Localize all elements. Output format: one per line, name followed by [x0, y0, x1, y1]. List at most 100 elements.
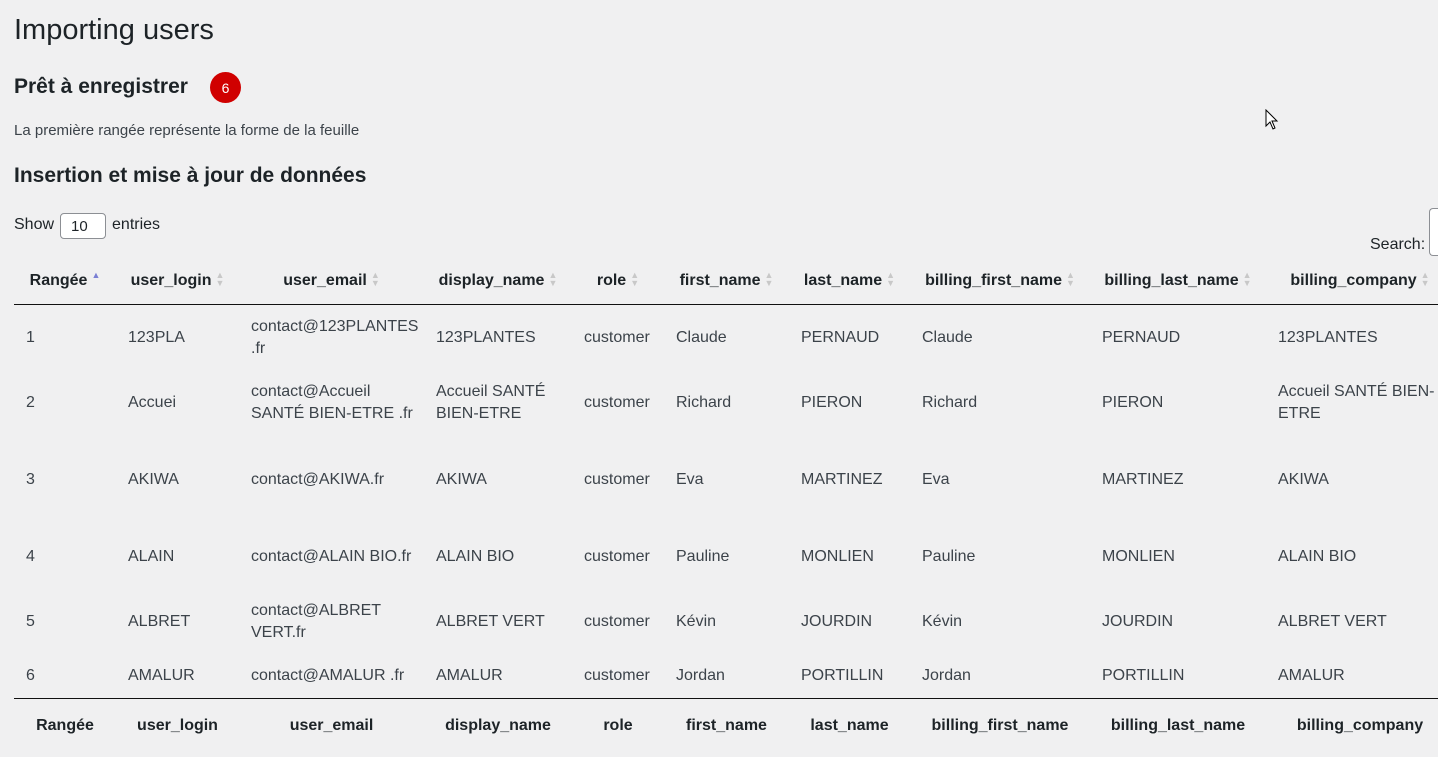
column-header[interactable]: user_email ▲ ▼: [239, 258, 424, 305]
table-cell: 1: [26, 328, 35, 346]
page-length-control: Show 10 entries: [14, 212, 161, 239]
table-cell: AMALUR: [1278, 667, 1345, 685]
table-cell: customer: [584, 470, 650, 488]
table-cell: Jordan: [922, 667, 971, 685]
table-cell: AMALUR: [128, 667, 195, 685]
table-cell: Pauline: [676, 547, 730, 565]
column-footer: billing_last_name: [1090, 698, 1266, 753]
search-input[interactable]: [1429, 208, 1438, 256]
table-cell: Kévin: [676, 612, 717, 630]
section-heading: Insertion et mise à jour de données: [14, 164, 367, 187]
column-header-label: billing_last_name: [1104, 272, 1239, 289]
table-row: 1 123PLA contact@123PLANTES .fr 123PLANTES c…: [14, 305, 1438, 371]
table-cell: Accuei: [128, 393, 177, 411]
table-cell: customer: [584, 393, 650, 411]
table-cell: Richard: [922, 393, 978, 411]
mouse-cursor-icon: [1265, 109, 1279, 130]
table-cell: PERNAUD: [801, 328, 880, 346]
table-cell: customer: [584, 547, 650, 565]
column-header[interactable]: last_name ▲ ▼: [789, 258, 910, 305]
column-header[interactable]: billing_first_name ▲ ▼: [910, 258, 1090, 305]
table-cell: PERNAUD: [1102, 328, 1181, 346]
entries-label: entries: [112, 216, 161, 233]
table-cell: ALAIN BIO: [436, 547, 515, 565]
column-footer: user_login: [116, 698, 239, 753]
intro-text: La première rangée représente la forme d…: [14, 122, 360, 139]
table-cell: 123PLANTES: [436, 328, 536, 346]
sort-arrows-icon: ▲▼: [630, 269, 640, 288]
sort-arrows-icon: ▲▼: [886, 269, 896, 288]
column-header-label: Rangée: [29, 272, 88, 289]
column-footer: role: [572, 698, 664, 753]
column-header-label: last_name: [803, 272, 883, 289]
table-cell: Claude: [676, 328, 727, 346]
table-head: Rangée▲▼user_login▲▼user_email▲▼display_…: [14, 258, 1438, 305]
table-cell: ALBRET VERT: [1278, 612, 1387, 630]
table-row: 6 AMALUR contact@AMALUR .fr AMALUR customer J…: [14, 655, 1438, 699]
table-cell: customer: [584, 328, 650, 346]
column-header-label: user_email: [283, 272, 367, 289]
sort-arrows-icon: ▲▼: [548, 269, 558, 288]
column-header[interactable]: display_name ▲ ▼: [424, 258, 572, 305]
table-body: 1 123PLA contact@123PLANTES .fr 123PLANTES c…: [14, 305, 1438, 699]
column-header-label: billing_company: [1290, 272, 1417, 289]
table-row: 2 Accuei contact@Accueil SANTÉ BIEN-ETRE .…: [14, 371, 1438, 435]
column-header[interactable]: user_login ▲ ▼: [116, 258, 239, 305]
column-header[interactable]: Rangée▲▼: [14, 258, 116, 305]
column-header-label: billing_first_name: [925, 272, 1062, 289]
table-cell: ALBRET VERT: [436, 612, 545, 630]
page-length-select[interactable]: 10: [60, 213, 107, 239]
table-cell: AMALUR: [436, 667, 503, 685]
ready-heading: Prêt à enregistrer: [14, 75, 188, 98]
table-cell: 4: [26, 547, 35, 565]
table-cell: customer: [584, 667, 650, 685]
table-cell: AKIWA: [436, 470, 487, 488]
column-footer: billing_company: [1266, 698, 1438, 753]
table-cell: MARTINEZ: [801, 470, 883, 488]
table-cell: 6: [26, 667, 35, 685]
table-cell: JOURDIN: [801, 612, 873, 630]
column-footer: first_name: [664, 698, 789, 753]
table-cell: ALAIN BIO: [1278, 547, 1357, 565]
table-cell: Richard: [676, 393, 732, 411]
table-cell: Pauline: [922, 547, 976, 565]
table-cell: AKIWA: [1278, 470, 1329, 488]
sort-arrows-icon: ▲▼: [1066, 269, 1075, 288]
table-row: 5 ALBRET contact@ALBRET VERT.fr ALBRET VERT…: [14, 589, 1438, 655]
table-cell: PORTILLIN: [801, 667, 884, 685]
column-header[interactable]: billing_company ▲ ▼: [1266, 258, 1438, 305]
search-label: Search:: [1370, 236, 1426, 253]
table-row: 4 ALAIN contact@ALAIN BIO.fr ALAIN BIO custo…: [14, 525, 1438, 589]
table-cell: contact@AMALUR .fr: [251, 667, 405, 685]
column-header-label: first_name: [679, 272, 761, 289]
table-cell: ALBRET: [128, 612, 191, 630]
column-header-label: role: [596, 272, 627, 289]
sort-arrows-icon: ▲▼: [1242, 269, 1252, 288]
table-cell: Accueil SANTÉ BIEN-ETRE: [1278, 382, 1435, 422]
table-cell: MONLIEN: [801, 547, 874, 565]
column-footer: billing_first_name: [910, 698, 1090, 753]
table-cell: 2: [26, 393, 35, 411]
table-cell: customer: [584, 612, 650, 630]
column-header[interactable]: billing_last_name ▲ ▼: [1090, 258, 1266, 305]
table-cell: ALAIN: [128, 547, 175, 565]
table-cell: 5: [26, 612, 35, 630]
table-foot: Rangée user_login user_email display_name ro…: [14, 698, 1438, 753]
column-footer: display_name: [424, 698, 572, 753]
column-header-label: display_name: [438, 272, 545, 289]
search-control: Search:: [1370, 208, 1438, 256]
table-cell: MONLIEN: [1102, 547, 1175, 565]
table-cell: contact@ALAIN BIO.fr: [251, 547, 412, 565]
table-cell: 3: [26, 470, 35, 488]
table-cell: AKIWA: [128, 470, 179, 488]
page-title: Importing users: [14, 14, 214, 46]
table-cell: 123PLANTES: [1278, 328, 1378, 346]
table-cell: Accueil SANTÉ BIEN-ETRE: [436, 382, 546, 422]
column-header[interactable]: first_name ▲ ▼: [664, 258, 789, 305]
table-cell: Eva: [676, 470, 704, 488]
count-badge: 6: [210, 72, 241, 103]
column-header-label: user_login: [130, 272, 212, 289]
column-footer: last_name: [789, 698, 910, 753]
column-header[interactable]: role ▲ ▼: [572, 258, 664, 305]
sort-arrows-icon: ▲▼: [215, 269, 225, 288]
